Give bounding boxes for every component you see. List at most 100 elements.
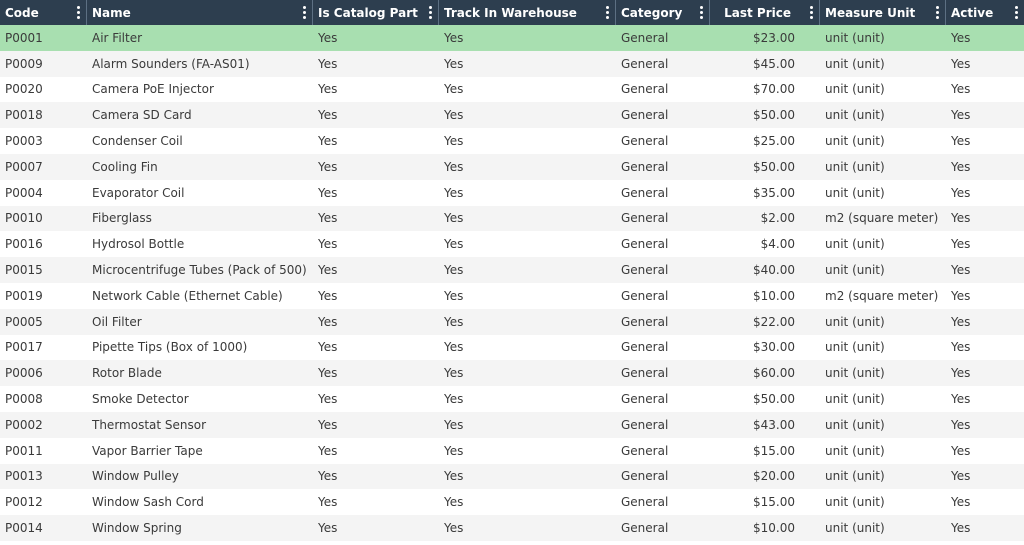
cell-name: Network Cable (Ethernet Cable) [92,288,283,303]
kebab-menu-icon[interactable] [606,6,610,19]
cell-code: P0015 [5,263,43,278]
cell-measure-unit: unit (unit) [825,340,885,355]
kebab-menu-icon[interactable] [1015,6,1019,19]
cell-active: Yes [951,237,971,252]
kebab-menu-icon[interactable] [700,6,704,19]
cell-active: Yes [951,56,971,71]
cell-measure-unit: unit (unit) [825,469,885,484]
table-row[interactable]: P0018 Camera SD Card Yes Yes General $50.00 un… [0,102,1024,129]
table-row[interactable]: P0019 Network Cable (Ethernet Cable) Yes Ye… [0,283,1024,309]
cell-is-catalog-part: Yes [318,30,338,45]
kebab-menu-icon[interactable] [936,6,940,19]
column-header-active[interactable]: Active [946,0,1024,25]
cell-is-catalog-part: Yes [318,340,338,355]
column-header-track-in-warehouse[interactable]: Track In Warehouse [439,0,616,25]
kebab-menu-icon[interactable] [429,6,433,19]
kebab-menu-icon[interactable] [77,6,81,19]
table-row[interactable]: P0001 Air Filter Yes Yes General $23.00 unit (… [0,25,1024,51]
cell-measure-unit: unit (unit) [825,392,885,407]
cell-track-in-warehouse: Yes [444,56,464,71]
cell-last-price: $50.00 [753,108,795,123]
cell-measure-unit: unit (unit) [825,82,885,97]
cell-is-catalog-part: Yes [318,469,338,484]
cell-track-in-warehouse: Yes [444,30,464,45]
cell-measure-unit: unit (unit) [825,159,885,174]
parts-data-grid: Code Name Is Catalog Part Track In Warehous… [0,0,1024,541]
table-row[interactable]: P0005 Oil Filter Yes Yes General $22.00 unit (… [0,308,1024,335]
cell-is-catalog-part: Yes [318,417,338,432]
table-row[interactable]: P0004 Evaporator Coil Yes Yes General $35.00 u… [0,180,1024,206]
cell-is-catalog-part: Yes [318,288,338,303]
cell-name: Cooling Fin [92,159,158,174]
table-row[interactable]: P0006 Rotor Blade Yes Yes General $60.00 unit … [0,360,1024,387]
cell-active: Yes [951,211,971,226]
table-row[interactable]: P0017 Pipette Tips (Box of 1000) Yes Yes Gen… [0,335,1024,361]
cell-last-price: $30.00 [753,340,795,355]
cell-is-catalog-part: Yes [318,443,338,458]
cell-last-price: $70.00 [753,82,795,97]
cell-name: Rotor Blade [92,366,162,381]
cell-active: Yes [951,417,971,432]
cell-name: Air Filter [92,30,143,45]
cell-last-price: $15.00 [753,443,795,458]
cell-code: P0004 [5,185,43,200]
column-header-last-price[interactable]: Last Price [710,0,820,25]
cell-measure-unit: m2 (square meter) [825,288,939,303]
table-row[interactable]: P0020 Camera PoE Injector Yes Yes General $70… [0,77,1024,103]
cell-code: P0014 [5,521,43,536]
table-row[interactable]: P0009 Alarm Sounders (FA-AS01) Yes Yes Gener… [0,50,1024,77]
table-row[interactable]: P0007 Cooling Fin Yes Yes General $50.00 unit … [0,153,1024,180]
cell-is-catalog-part: Yes [318,134,338,149]
cell-is-catalog-part: Yes [318,263,338,278]
table-row[interactable]: P0014 Window Spring Yes Yes General $10.00 uni… [0,515,1024,541]
table-row[interactable]: P0016 Hydrosol Bottle Yes Yes General $4.00 un… [0,231,1024,257]
cell-active: Yes [951,469,971,484]
cell-name: Camera PoE Injector [92,82,214,97]
cell-active: Yes [951,30,971,45]
cell-measure-unit: unit (unit) [825,30,885,45]
table-row[interactable]: P0010 Fiberglass Yes Yes General $2.00 m2 (squ… [0,205,1024,232]
cell-active: Yes [951,340,971,355]
cell-last-price: $60.00 [753,366,795,381]
kebab-menu-icon[interactable] [810,6,814,19]
table-row[interactable]: P0012 Window Sash Cord Yes Yes General $15.00… [0,489,1024,515]
column-header-label: Track In Warehouse [444,5,577,20]
cell-measure-unit: unit (unit) [825,263,885,278]
column-header-is-catalog-part[interactable]: Is Catalog Part [313,0,439,25]
cell-last-price: $22.00 [753,314,795,329]
cell-name: Smoke Detector [92,392,189,407]
table-row[interactable]: P0015 Microcentrifuge Tubes (Pack of 500)… [0,257,1024,283]
cell-name: Pipette Tips (Box of 1000) [92,340,248,355]
table-row[interactable]: P0003 Condenser Coil Yes Yes General $25.00 un… [0,128,1024,154]
cell-active: Yes [951,108,971,123]
column-header-category[interactable]: Category [616,0,710,25]
cell-is-catalog-part: Yes [318,521,338,536]
table-row[interactable]: P0008 Smoke Detector Yes Yes General $50.00 un… [0,386,1024,412]
cell-measure-unit: unit (unit) [825,314,885,329]
cell-name: Window Pulley [92,469,179,484]
cell-track-in-warehouse: Yes [444,417,464,432]
table-row[interactable]: P0011 Vapor Barrier Tape Yes Yes General $15.… [0,438,1024,464]
kebab-menu-icon[interactable] [303,6,307,19]
cell-name: Camera SD Card [92,108,192,123]
cell-is-catalog-part: Yes [318,392,338,407]
cell-code: P0019 [5,288,43,303]
cell-name: Oil Filter [92,314,142,329]
column-header-measure-unit[interactable]: Measure Unit [820,0,946,25]
table-row[interactable]: P0002 Thermostat Sensor Yes Yes General $43.0… [0,411,1024,438]
cell-active: Yes [951,443,971,458]
column-header-name[interactable]: Name [87,0,313,25]
cell-measure-unit: unit (unit) [825,134,885,149]
cell-last-price: $43.00 [753,417,795,432]
cell-track-in-warehouse: Yes [444,469,464,484]
cell-category: General [621,495,669,510]
cell-category: General [621,134,669,149]
cell-track-in-warehouse: Yes [444,366,464,381]
cell-category: General [621,417,669,432]
cell-is-catalog-part: Yes [318,314,338,329]
cell-track-in-warehouse: Yes [444,185,464,200]
column-header-code[interactable]: Code [0,0,87,25]
table-row[interactable]: P0013 Window Pulley Yes Yes General $20.00 uni… [0,463,1024,490]
cell-track-in-warehouse: Yes [444,495,464,510]
cell-is-catalog-part: Yes [318,108,338,123]
